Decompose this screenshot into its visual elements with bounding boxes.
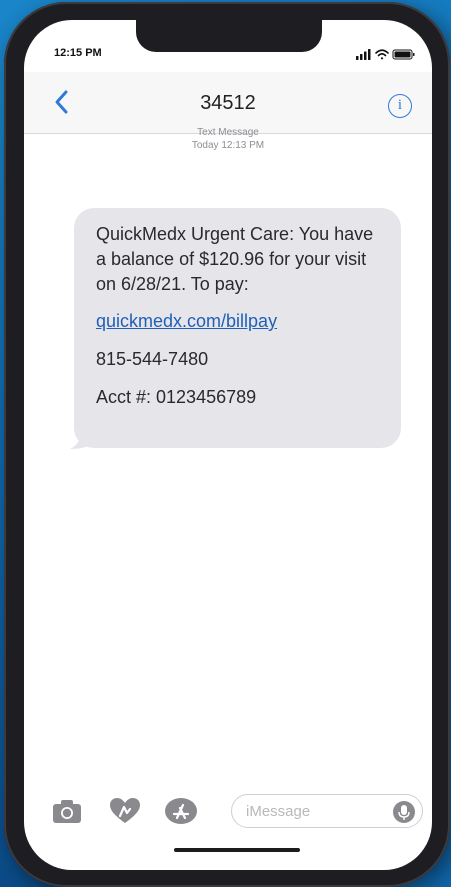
mic-icon (398, 805, 410, 820)
service-label: Text Message (197, 127, 259, 138)
mic-button[interactable] (393, 801, 415, 823)
app-store-icon[interactable] (164, 796, 198, 826)
thread-meta: Text Message Today 12:13 PM (24, 126, 432, 152)
message-bubble: QuickMedx Urgent Care: You have a balanc… (74, 208, 401, 448)
status-icons (356, 49, 415, 60)
contact-name[interactable]: 34512 (24, 92, 432, 115)
notch (136, 20, 322, 52)
camera-icon[interactable] (50, 796, 84, 826)
account-number: Acct #: 0123456789 (96, 387, 257, 407)
conversation-header: 34512 i (24, 72, 432, 134)
message-body: QuickMedx Urgent Care: You have a balanc… (96, 224, 374, 294)
compose-toolbar (24, 792, 432, 832)
phone-frame: 12:15 PM 34512 i Text Message Today 12:1… (4, 2, 450, 887)
status-time: 12:15 PM (54, 47, 102, 59)
home-indicator[interactable] (174, 848, 300, 852)
message-timestamp: Today 12:13 PM (191, 140, 265, 151)
info-button[interactable]: i (388, 94, 412, 118)
battery-icon (392, 49, 415, 60)
phone-screen: 12:15 PM 34512 i Text Message Today 12:1… (24, 20, 432, 870)
phone-number[interactable]: 815-544-7480 (96, 347, 383, 372)
billpay-link[interactable]: quickmedx.com/billpay (96, 311, 277, 331)
wifi-icon (375, 49, 389, 60)
signal-icon (356, 49, 371, 60)
digital-touch-icon[interactable] (108, 796, 142, 826)
